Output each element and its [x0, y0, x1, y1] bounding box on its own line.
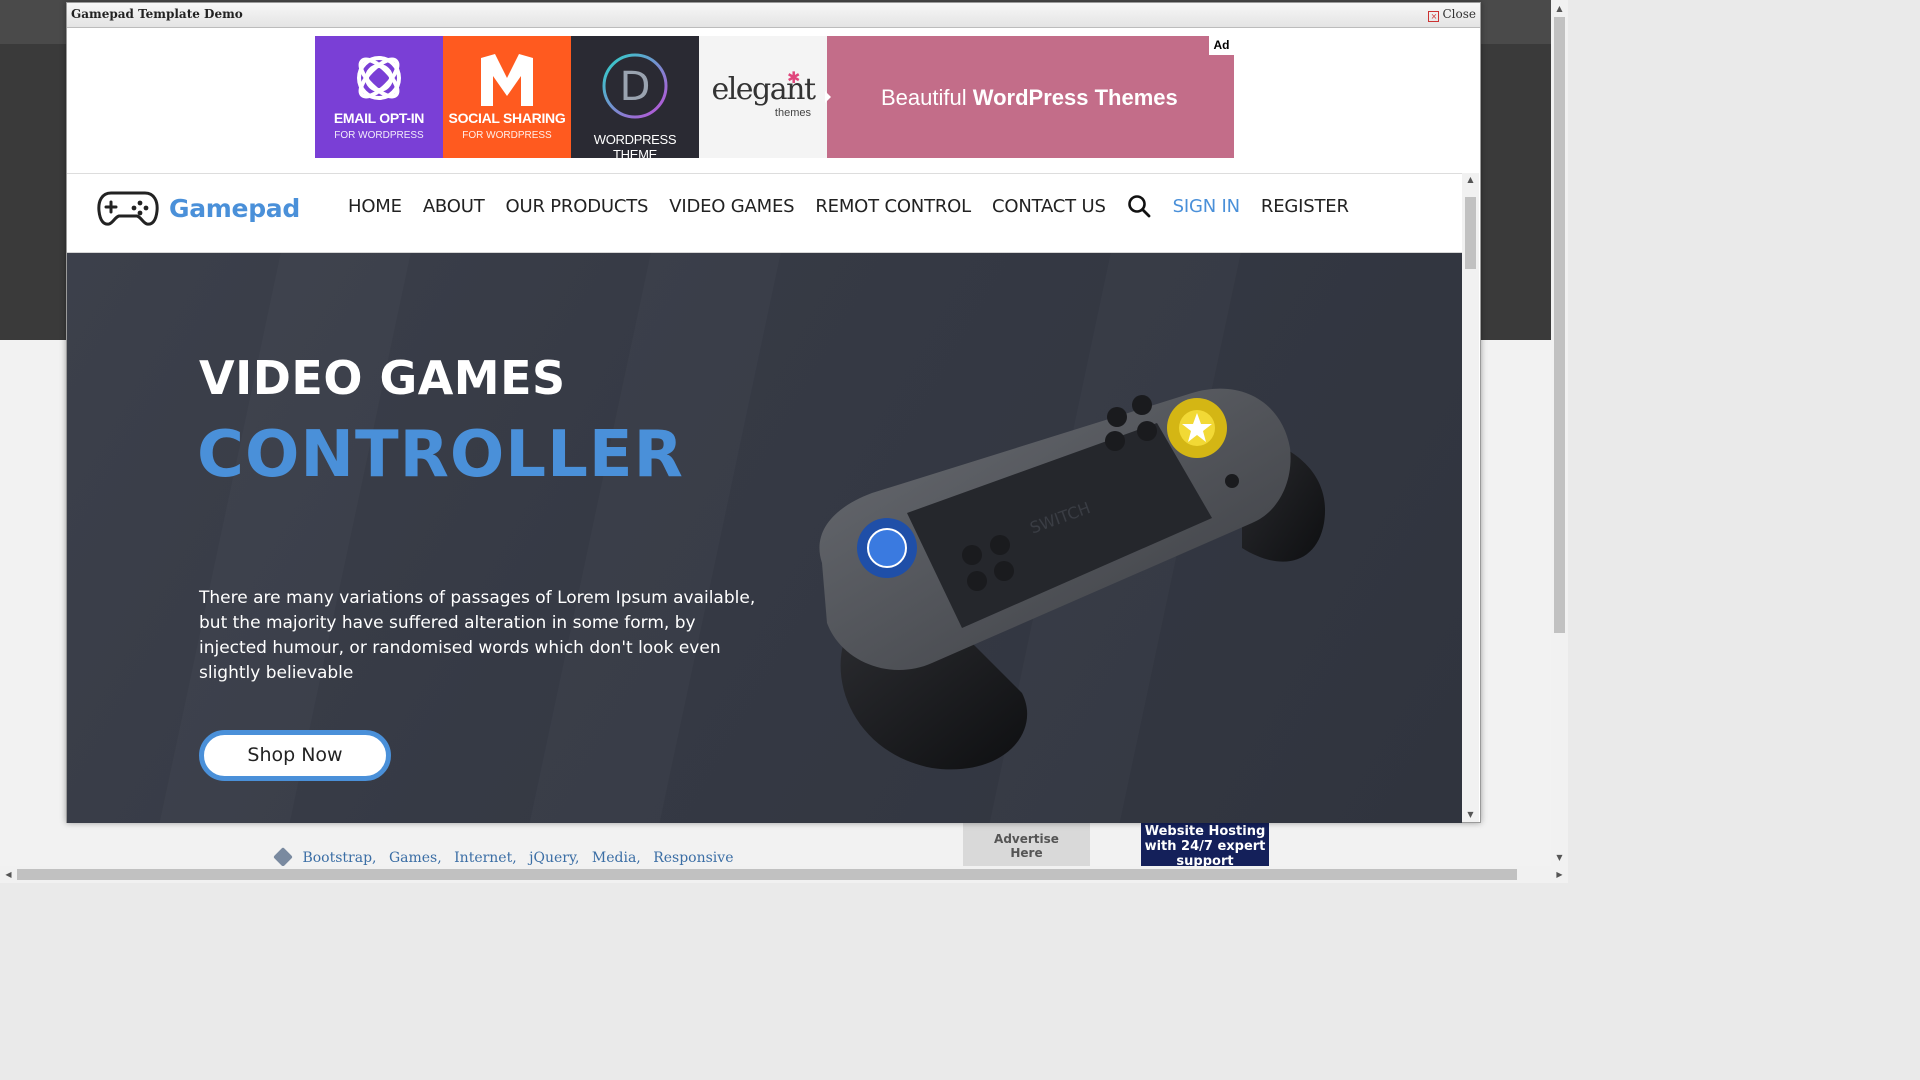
template-preview-frame: Gamepad HOME ABOUT OUR PRODUCTS VIDEO GA… [67, 173, 1462, 823]
ad-tile-line1: EMAIL OPT-IN [333, 110, 425, 126]
hosting-ad-text: Website Hosting with 24/7 expert support [1144, 824, 1266, 866]
divi-logo-icon: D [602, 53, 668, 119]
advertise-line-1: Advertise [994, 832, 1059, 846]
close-icon: × [1428, 11, 1440, 22]
ad-tile-elegant-themes[interactable]: elegant ✱ themes [699, 36, 827, 158]
nav-item-video-games[interactable]: VIDEO GAMES [669, 196, 794, 217]
ad-message-bold: WordPress Themes [972, 85, 1178, 110]
gamepad-logo-icon [97, 191, 159, 226]
ad-tile-social-sharing[interactable]: SOCIAL SHARING FOR WORDPRESS [443, 36, 571, 158]
elegant-subword: themes [774, 107, 811, 119]
search-button[interactable] [1127, 194, 1151, 218]
switch-controller-image: SWITCH [819, 388, 1326, 770]
nav-item-remot-control[interactable]: REMOT CONTROL [815, 196, 971, 217]
logo-text: Gamepad [169, 193, 300, 223]
ad-badge[interactable]: Ad [1209, 36, 1234, 55]
tag-link[interactable]: Bootstrap, [302, 850, 376, 866]
ad-tile-line2: FOR WORDPRESS [334, 130, 424, 141]
tag-link[interactable]: Responsive [653, 850, 733, 866]
hero-title-line1: VIDEO GAMES [199, 351, 566, 405]
nav-item-home[interactable]: HOME [348, 196, 402, 217]
ad-message-panel[interactable]: Beautiful WordPress Themes Ad [825, 36, 1234, 158]
frame-vertical-scrollbar[interactable]: ▲ ▼ [1462, 173, 1479, 822]
browser-vertical-scrollbar[interactable]: ▲ ▼ [1551, 0, 1568, 866]
tag-link[interactable]: Games, [389, 850, 442, 866]
shop-now-button[interactable]: Shop Now [199, 730, 391, 781]
register-link[interactable]: REGISTER [1261, 196, 1349, 217]
ad-tile-line1: SOCIAL SHARING [448, 110, 566, 126]
search-icon [1127, 195, 1151, 218]
template-demo-modal: Gamepad Template Demo × Close EMAIL OPT-I… [66, 2, 1481, 823]
hosting-ad[interactable]: Website Hosting with 24/7 expert support [1141, 823, 1269, 866]
scroll-up-arrow-icon[interactable]: ▲ [1462, 173, 1479, 187]
site-logo[interactable]: Gamepad [97, 189, 300, 227]
hero-bg-stripe [513, 253, 792, 823]
ad-tile-email-optin[interactable]: EMAIL OPT-IN FOR WORDPRESS [315, 36, 443, 158]
ad-message: Beautiful WordPress Themes [881, 85, 1178, 111]
modal-title-bar: Gamepad Template Demo × Close [67, 3, 1480, 28]
hero-banner: VIDEO GAMES CONTROLLER There are many va… [67, 253, 1462, 823]
scrollbar-thumb[interactable] [17, 869, 1517, 880]
modal-close-button[interactable]: × Close [1428, 7, 1476, 22]
elegant-wordmark: elegant [711, 72, 816, 107]
ad-banner[interactable]: EMAIL OPT-IN FOR WORDPRESS SOCIAL SHARIN… [315, 36, 1234, 162]
scrollbar-thumb[interactable] [1554, 17, 1565, 633]
nav-item-contact-us[interactable]: CONTACT US [992, 196, 1106, 217]
tag-link[interactable]: jQuery, [529, 850, 579, 866]
tag-link[interactable]: Internet, [454, 850, 517, 866]
nav-item-our-products[interactable]: OUR PRODUCTS [506, 196, 649, 217]
ad-tile-divi-theme[interactable]: D WORDPRESS THEME [571, 36, 699, 162]
ad-message-prefix: Beautiful [881, 85, 973, 110]
ad-tile-line1: WORDPRESS THEME [593, 132, 677, 162]
site-header: Gamepad HOME ABOUT OUR PRODUCTS VIDEO GA… [67, 174, 1462, 253]
tag-link[interactable]: Media, [592, 850, 641, 866]
scroll-up-arrow-icon[interactable]: ▲ [1551, 0, 1568, 17]
close-label: Close [1442, 7, 1476, 21]
svg-text:D: D [620, 64, 651, 110]
home-button [1225, 474, 1239, 488]
scroll-down-arrow-icon[interactable]: ▼ [1462, 808, 1479, 822]
tag-icon [273, 847, 293, 867]
scrollbar-thumb[interactable] [1465, 197, 1476, 269]
sign-in-link[interactable]: SIGN IN [1173, 196, 1240, 217]
scroll-right-arrow-icon[interactable]: ▶ [1551, 866, 1568, 883]
ad-arrow-icon [825, 91, 831, 103]
bloom-logo-icon [357, 56, 401, 100]
hero-title-line2: CONTROLLER [197, 418, 684, 492]
advertise-line-2: Here [1010, 846, 1043, 860]
nav-item-about[interactable]: ABOUT [423, 196, 485, 217]
elegant-star-icon: ✱ [787, 68, 801, 87]
advertise-here-box[interactable]: Advertise Here [963, 823, 1090, 866]
main-nav: HOME ABOUT OUR PRODUCTS VIDEO GAMES REMO… [348, 194, 1370, 218]
scroll-left-arrow-icon[interactable]: ◀ [0, 866, 17, 883]
monarch-logo-icon [481, 54, 533, 106]
scroll-down-arrow-icon[interactable]: ▼ [1551, 849, 1568, 866]
background-tag-list: Bootstrap, Games, Internet, jQuery, Medi… [273, 847, 741, 867]
ad-tile-line2: FOR WORDPRESS [462, 130, 552, 141]
modal-title: Gamepad Template Demo [71, 7, 243, 21]
browser-horizontal-scrollbar[interactable]: ◀ ▶ [0, 866, 1568, 883]
hero-description: There are many variations of passages of… [199, 588, 756, 683]
